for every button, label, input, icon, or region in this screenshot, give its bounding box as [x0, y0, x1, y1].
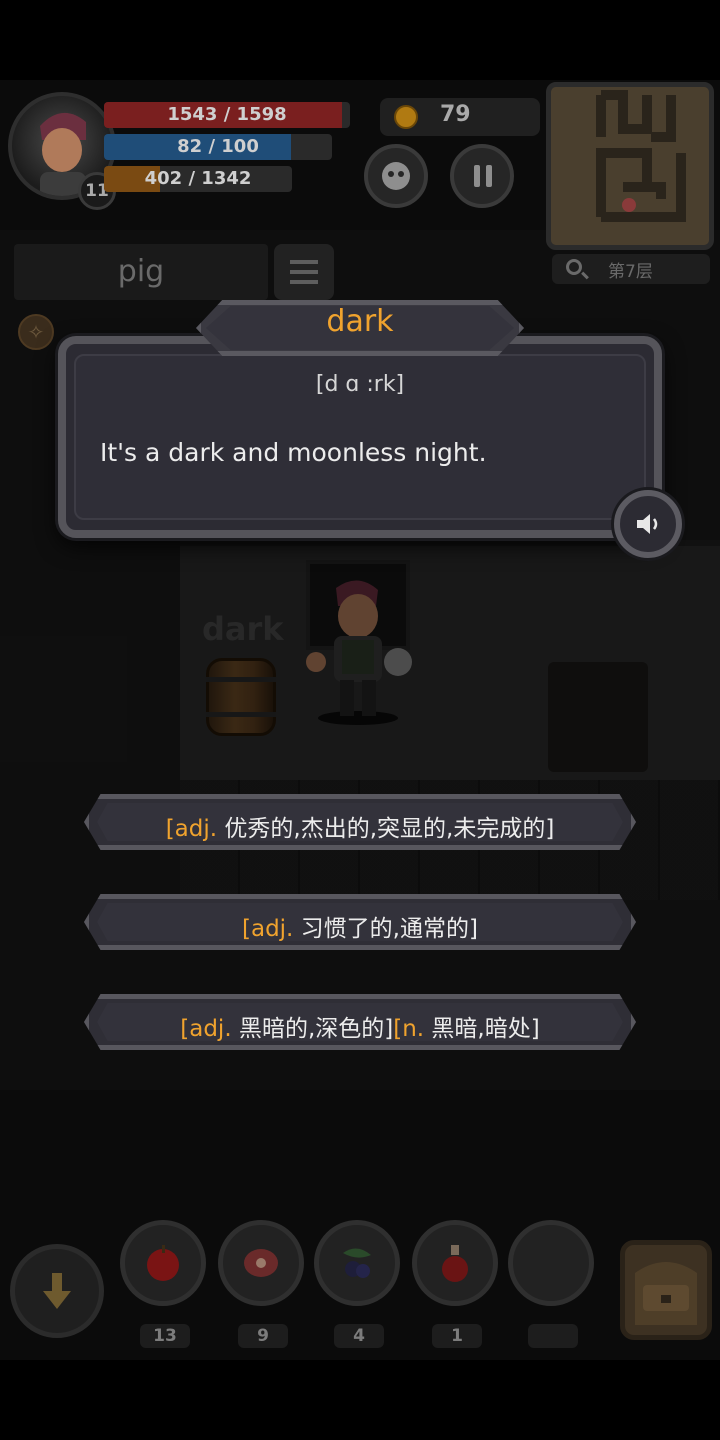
list-icon — [290, 260, 318, 264]
descend-button[interactable] — [10, 1244, 104, 1338]
example-sentence: It's a dark and moonless night. — [100, 438, 487, 467]
maze-map-icon — [551, 87, 709, 245]
system-nav-area — [0, 1360, 720, 1440]
current-word-slot: pig — [14, 244, 268, 300]
apple-count: 13 — [140, 1324, 190, 1348]
inventory-slot-empty[interactable] — [508, 1220, 594, 1306]
berries-count: 4 — [334, 1324, 384, 1348]
hud: 11 1543 / 1598 82 / 100 402 / 1342 79 第7… — [0, 80, 720, 350]
coin-icon — [394, 105, 418, 129]
monster-book-button[interactable] — [364, 144, 428, 208]
floor-text: 第7层 — [608, 262, 653, 282]
option-text: [adj. 习惯了的,通常的] — [89, 909, 631, 943]
floor-indicator[interactable]: 第7层 — [552, 254, 710, 284]
option-text: [adj. 优秀的,杰出的,突显的,未完成的] — [89, 809, 631, 843]
meat-icon — [244, 1249, 278, 1277]
pause-icon — [474, 165, 492, 187]
speaker-icon — [637, 514, 658, 534]
list-icon-line — [290, 270, 318, 274]
coin-count: 79 — [440, 102, 471, 127]
coin-counter: 79 — [380, 98, 540, 136]
inventory-slot-apple[interactable] — [120, 1220, 206, 1306]
meaning: 优秀的,杰出的,突显的,未完成的] — [217, 816, 555, 842]
part-of-speech: [adj. — [165, 816, 218, 842]
meaning: 习惯了的,通常的] — [293, 916, 478, 942]
minimap[interactable] — [546, 82, 714, 250]
floor-word-label: dark — [202, 610, 284, 648]
backpack-button[interactable] — [620, 1240, 712, 1340]
potion-icon — [442, 1245, 468, 1282]
hero-sprite — [306, 580, 412, 725]
monster-icon — [382, 162, 410, 190]
meaning: 黑暗的,深色的] — [231, 1016, 394, 1042]
hp-bar: 1543 / 1598 — [104, 102, 350, 128]
rune-icon[interactable]: ✧ — [18, 314, 54, 350]
game-screen: dark 11 1543 / 1598 82 / 100 402 / 1342 … — [0, 80, 720, 1360]
meat-count: 9 — [238, 1324, 288, 1348]
apple-icon — [147, 1245, 179, 1281]
answer-option-1[interactable]: [adj. 优秀的,杰出的,突显的,未完成的] — [84, 794, 636, 850]
xp-text: 402 / 1342 — [144, 168, 252, 189]
word-title: dark — [326, 304, 394, 339]
hp-text: 1543 / 1598 — [167, 104, 287, 125]
inventory-slot-berries[interactable] — [314, 1220, 400, 1306]
part-of-speech: [adj. — [180, 1016, 232, 1042]
empty-slot-count — [528, 1324, 578, 1348]
answer-option-3[interactable]: [adj. 黑暗的,深色的][n. 黑暗,暗处] — [84, 994, 636, 1050]
part-of-speech-2: [n. — [393, 1016, 425, 1042]
word-list-button[interactable] — [274, 244, 334, 300]
pause-button[interactable] — [450, 144, 514, 208]
inventory-slot-potion[interactable] — [412, 1220, 498, 1306]
mp-bar: 82 / 100 — [104, 134, 332, 160]
answer-option-2[interactable]: [adj. 习惯了的,通常的] — [84, 894, 636, 950]
option-text: [adj. 黑暗的,深色的][n. 黑暗,暗处] — [89, 1009, 631, 1043]
phonetic-text: [d ɑ :rk] — [315, 372, 405, 397]
mp-text: 82 / 100 — [177, 136, 259, 157]
berries-icon — [343, 1248, 371, 1278]
search-icon — [566, 259, 582, 275]
word-popup — [58, 336, 662, 538]
list-icon-line — [290, 280, 318, 284]
part-of-speech: [adj. — [242, 916, 294, 942]
current-word-text: pig — [117, 254, 165, 289]
xp-bar: 402 / 1342 — [104, 166, 292, 192]
barrel — [206, 658, 276, 736]
backpack-icon — [635, 1262, 697, 1325]
inventory-slot-meat[interactable] — [218, 1220, 304, 1306]
crate — [548, 662, 648, 772]
meaning-2: 黑暗,暗处] — [424, 1016, 540, 1042]
arrow-down-icon — [43, 1273, 71, 1309]
pronounce-button[interactable] — [614, 490, 682, 558]
potion-count: 1 — [432, 1324, 482, 1348]
